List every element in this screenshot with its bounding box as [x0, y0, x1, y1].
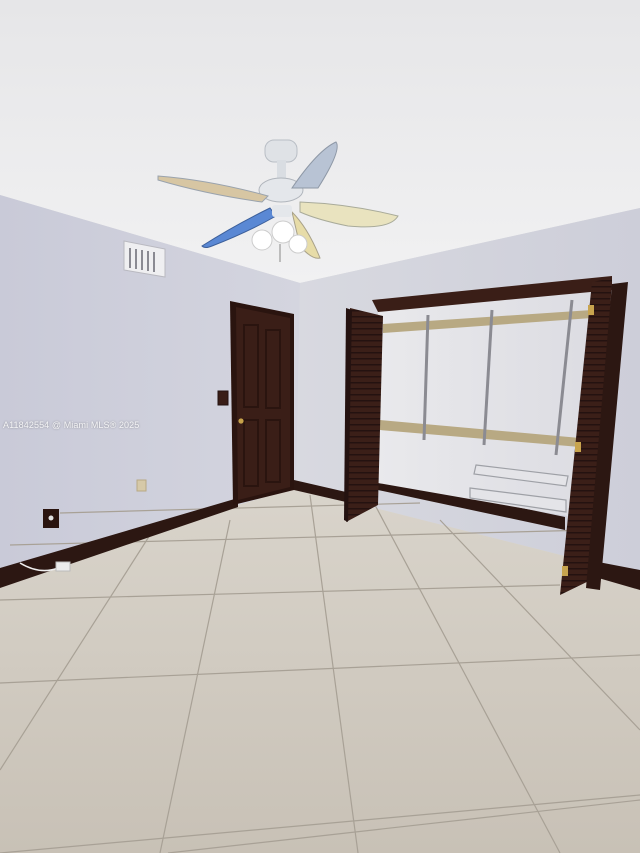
outlet-small	[136, 479, 147, 492]
light-switch-icon[interactable]	[217, 390, 229, 406]
plug	[55, 561, 71, 572]
listing-watermark: A11842554 @ Miami MLS® 2025	[3, 420, 140, 430]
hinge-2	[575, 442, 581, 452]
room-photo: A11842554 @ Miami MLS® 2025	[0, 0, 640, 853]
hinge-1	[588, 305, 594, 315]
door-knob[interactable]	[238, 418, 244, 424]
closet-left-bifold-door[interactable]	[346, 308, 383, 522]
outlet-hole	[48, 515, 54, 521]
hinge-3	[562, 566, 568, 576]
